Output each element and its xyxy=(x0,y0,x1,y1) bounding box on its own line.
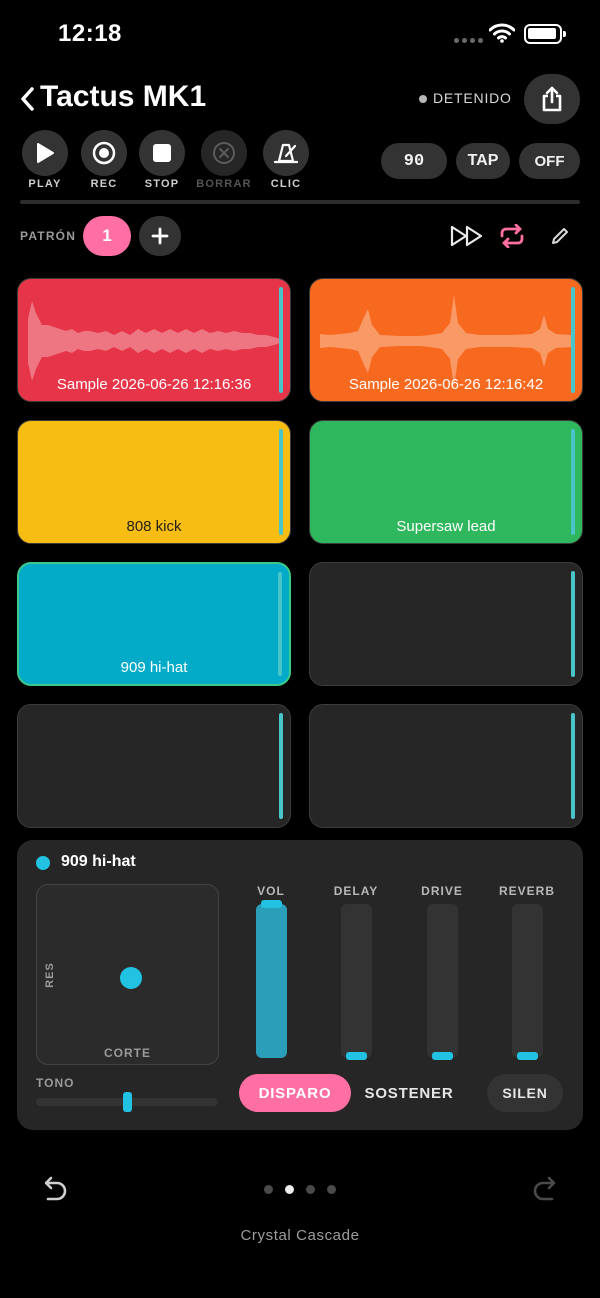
wifi-icon xyxy=(489,23,515,43)
fader-label-vol: VOL xyxy=(257,884,285,898)
fast-forward-icon xyxy=(450,225,483,247)
play-button[interactable] xyxy=(22,130,68,176)
pad-level-bar xyxy=(571,713,575,819)
transport-status: DETENIDO xyxy=(433,90,512,106)
back-chevron-icon[interactable] xyxy=(18,86,38,112)
tap-tempo-button[interactable]: TAP xyxy=(456,143,510,179)
page-dot-active[interactable] xyxy=(285,1185,294,1194)
page-dot[interactable] xyxy=(264,1185,273,1194)
pad-4[interactable]: Supersaw lead xyxy=(309,420,583,544)
fader-label-delay: DELAY xyxy=(333,884,379,898)
preset-name: Crystal Cascade xyxy=(240,1227,360,1244)
cutoff-axis-label: CORTE xyxy=(104,1046,151,1060)
pad-label: Supersaw lead xyxy=(396,518,496,535)
fader-thumb[interactable] xyxy=(432,1052,453,1060)
pattern-chip[interactable]: 1 xyxy=(83,216,131,256)
clear-button[interactable] xyxy=(201,130,247,176)
pad-7[interactable] xyxy=(17,704,291,828)
fader-thumb[interactable] xyxy=(346,1052,367,1060)
tone-slider-thumb[interactable] xyxy=(123,1092,132,1112)
xy-pad-knob[interactable] xyxy=(120,967,142,989)
fader-label-reverb: REVERB xyxy=(498,884,555,898)
next-step-button[interactable] xyxy=(450,222,484,250)
page-dot[interactable] xyxy=(306,1185,315,1194)
quantize-toggle[interactable]: OFF xyxy=(519,143,580,179)
clock: 12:18 xyxy=(58,20,122,47)
stop-button[interactable] xyxy=(139,130,185,176)
pad-label: Sample 2026-06-26 12:16:42 xyxy=(348,376,544,393)
mute-button[interactable]: SILEN xyxy=(487,1074,563,1112)
redo-icon[interactable] xyxy=(530,1176,562,1204)
metronome-icon xyxy=(273,143,299,164)
selected-pad-name: 909 hi-hat xyxy=(61,853,136,870)
pad-8[interactable] xyxy=(309,704,583,828)
resonance-axis-label: RES xyxy=(44,962,56,988)
tone-slider[interactable] xyxy=(36,1092,218,1112)
pad-5[interactable]: 909 hi-hat xyxy=(17,562,291,686)
status-indicator-dot xyxy=(419,95,427,103)
pad-6[interactable] xyxy=(309,562,583,686)
pad-label: Sample 2026-06-26 12:16:36 xyxy=(56,376,252,393)
fader-fill xyxy=(256,904,287,1058)
filter-xy-pad[interactable]: RES CORTE xyxy=(36,884,219,1065)
plus-icon xyxy=(151,227,169,245)
undo-icon[interactable] xyxy=(38,1176,70,1204)
fader-thumb[interactable] xyxy=(261,900,282,908)
play-icon xyxy=(37,143,54,163)
page-indicator xyxy=(264,1185,336,1194)
stop-label: STOP xyxy=(144,178,180,190)
pad-level-bar xyxy=(571,571,575,677)
clear-icon xyxy=(213,142,235,164)
edit-button[interactable] xyxy=(543,222,577,250)
loop-toggle[interactable] xyxy=(495,222,529,250)
click-label: CLIC xyxy=(270,178,302,190)
bpm-display[interactable]: 90 xyxy=(381,143,447,179)
hold-mode-button[interactable]: SOSTENER xyxy=(357,1074,461,1112)
cellular-signal-icon xyxy=(454,38,483,43)
pad-label: 909 hi-hat xyxy=(120,659,188,676)
pad-label: 808 kick xyxy=(126,518,182,535)
fader-drive[interactable] xyxy=(427,904,458,1060)
fader-thumb[interactable] xyxy=(517,1052,538,1060)
pencil-icon xyxy=(552,228,568,244)
pad-3[interactable]: 808 kick xyxy=(17,420,291,544)
tone-label: TONO xyxy=(36,1076,75,1090)
clear-label: BORRAR xyxy=(196,178,252,190)
record-button[interactable] xyxy=(81,130,127,176)
fader-vol[interactable] xyxy=(256,900,287,1058)
pad-editor-panel: 909 hi-hat RES CORTE TONO VOL DELAY DRIV… xyxy=(17,840,583,1130)
loop-icon xyxy=(500,224,524,248)
add-pattern-button[interactable] xyxy=(139,216,181,256)
fader-label-drive: DRIVE xyxy=(421,884,463,898)
click-button[interactable] xyxy=(263,130,309,176)
stop-icon xyxy=(153,144,171,162)
pad-level-bar xyxy=(279,713,283,819)
share-button[interactable] xyxy=(524,74,580,124)
page-dot[interactable] xyxy=(327,1185,336,1194)
fader-reverb[interactable] xyxy=(512,904,543,1060)
trigger-mode-button[interactable]: DISPARO xyxy=(239,1074,351,1112)
status-bar: 12:18 xyxy=(0,0,600,66)
header: Tactus MK1 DETENIDO xyxy=(0,72,600,128)
share-icon xyxy=(542,86,562,112)
divider xyxy=(20,200,580,204)
record-icon xyxy=(92,141,116,165)
fader-delay[interactable] xyxy=(341,904,372,1060)
page-title: Tactus MK1 xyxy=(40,80,207,113)
pattern-label: PATRÓN xyxy=(20,229,77,243)
pad-color-dot xyxy=(36,856,50,870)
battery-icon xyxy=(524,24,566,44)
pad-1[interactable]: Sample 2026-06-26 12:16:36 xyxy=(17,278,291,402)
pad-2[interactable]: Sample 2026-06-26 12:16:42 xyxy=(309,278,583,402)
